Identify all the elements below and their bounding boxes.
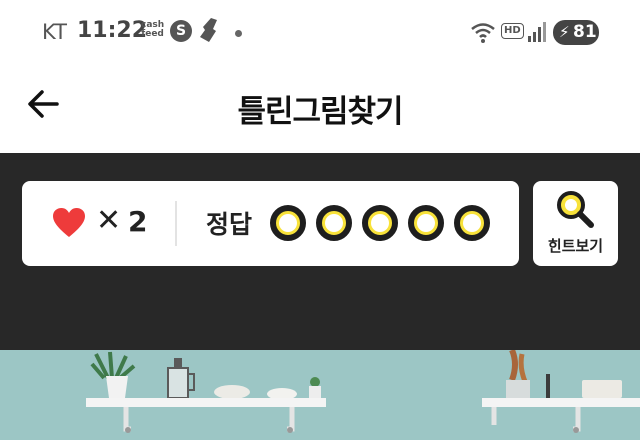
hd-voice-icon: HD <box>501 23 524 39</box>
shoe-icon <box>197 17 219 49</box>
score-card: ✕ 2 정답 <box>22 181 519 266</box>
battery-level: 81 <box>573 22 597 42</box>
cashfeed-icon: cash feed <box>141 21 164 39</box>
answer-label: 정답 <box>206 210 253 239</box>
signal-icon <box>527 21 547 47</box>
answer-slot-icon <box>316 205 352 241</box>
answer-slot-icon <box>270 205 306 241</box>
game-status-panel: ✕ 2 정답 힌트보기 <box>0 153 640 350</box>
status-bar: KT 11:22 cash feed S HD ⚡ 81 <box>0 0 640 64</box>
lives-count: 2 <box>128 205 148 238</box>
magnifier-icon <box>557 191 594 228</box>
lives-multiplier: ✕ <box>96 203 122 238</box>
notification-dot-icon <box>235 30 242 37</box>
answer-slots <box>270 205 490 241</box>
app-s-icon: S <box>170 20 192 42</box>
answer-slot-icon <box>454 205 490 241</box>
page-title: 틀린그림찾기 <box>237 94 403 130</box>
cashfeed-icon-bottom: feed <box>141 29 164 39</box>
puzzle-picture[interactable] <box>0 350 640 440</box>
app-header: 틀린그림찾기 <box>0 64 640 154</box>
box-icon <box>582 380 622 398</box>
battery-icon: ⚡ 81 <box>553 20 599 45</box>
heart-icon <box>53 208 85 237</box>
hint-label: 힌트보기 <box>547 237 604 255</box>
shelf-right <box>482 398 640 407</box>
bowl-icon <box>214 385 250 399</box>
answer-slot-icon <box>408 205 444 241</box>
shelf-left <box>86 398 326 407</box>
carrier-label: KT <box>42 20 67 44</box>
charging-bolt-icon: ⚡ <box>559 23 570 41</box>
wifi-icon <box>470 22 496 48</box>
divider <box>175 201 177 246</box>
small-plant-icon <box>309 377 321 398</box>
clock: 11:22 <box>77 18 148 43</box>
answer-slot-icon <box>362 205 398 241</box>
hint-button[interactable]: 힌트보기 <box>533 181 618 266</box>
kitchen-scene-image <box>0 350 640 440</box>
